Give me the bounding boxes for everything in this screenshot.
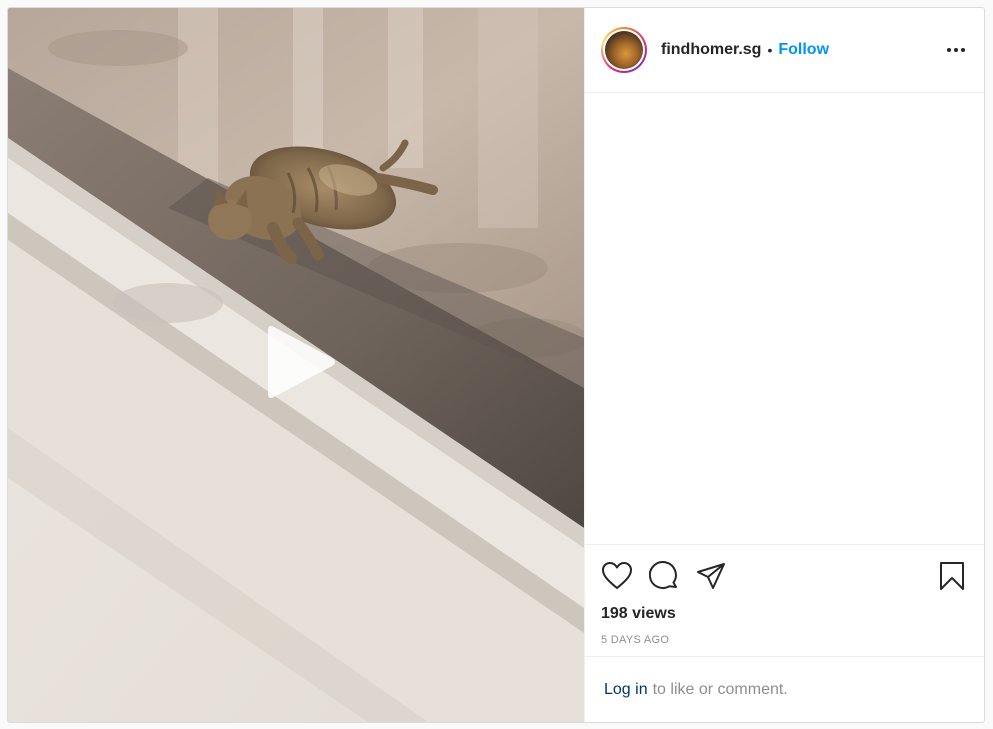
login-prompt-text: to like or comment. [652, 680, 788, 698]
like-button[interactable] [601, 560, 633, 592]
separator-dot: • [767, 42, 773, 58]
post-sidebar: findhomer.sg • Follow 198 views 5 DAYS A… [584, 8, 984, 722]
comments-area [585, 93, 984, 544]
bookmark-icon [940, 562, 964, 590]
video-play-button[interactable] [258, 322, 338, 402]
play-icon [268, 326, 335, 398]
view-count[interactable]: 198 views [601, 605, 968, 623]
more-options-button[interactable] [944, 38, 968, 62]
comment-icon [649, 561, 677, 589]
post-video[interactable] [8, 8, 584, 722]
save-button[interactable] [936, 560, 968, 592]
post-actions: 198 views 5 DAYS AGO [585, 544, 984, 656]
comment-button[interactable] [648, 560, 680, 592]
avatar [605, 31, 643, 69]
login-link[interactable]: Log in [604, 681, 648, 699]
story-ring[interactable] [601, 27, 647, 73]
action-icons-row [601, 559, 968, 593]
share-button[interactable] [695, 560, 727, 592]
username-link[interactable]: findhomer.sg [661, 41, 761, 59]
heart-icon [602, 562, 632, 589]
instagram-post-embed: findhomer.sg • Follow 198 views 5 DAYS A… [7, 7, 985, 723]
post-timestamp[interactable]: 5 DAYS AGO [601, 634, 968, 646]
more-options-icon [947, 48, 965, 52]
paper-plane-icon [697, 563, 725, 589]
follow-button[interactable]: Follow [778, 41, 829, 59]
post-header: findhomer.sg • Follow [585, 8, 984, 93]
login-prompt: Log in to like or comment. [585, 656, 984, 722]
